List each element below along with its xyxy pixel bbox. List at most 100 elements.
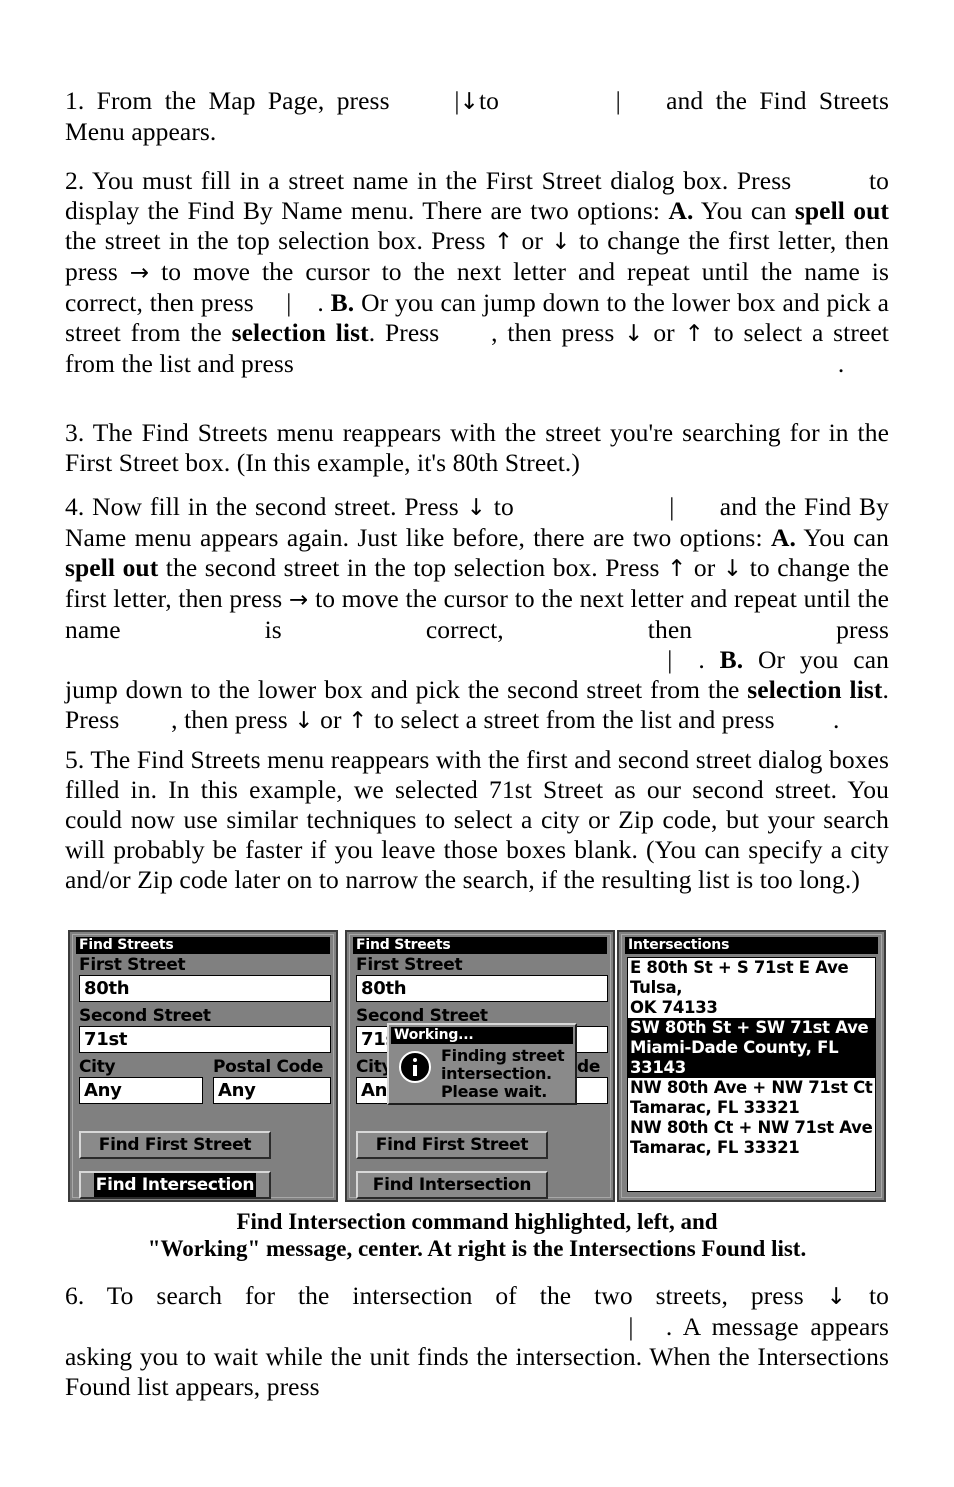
step-4-period: . xyxy=(698,645,705,674)
step-4-text-i: , then press xyxy=(171,705,288,734)
step-2-text-i: , then press xyxy=(491,318,615,347)
key-graphic-gap xyxy=(294,349,838,379)
option-a-label: A. xyxy=(668,196,694,225)
spell-out-emphasis: spell out xyxy=(794,196,890,225)
first-street-field[interactable]: 80th xyxy=(356,975,608,1002)
step-4-text-h: Press xyxy=(65,705,120,734)
option-b-label: B. xyxy=(719,645,744,674)
key-graphic-gap xyxy=(291,288,317,318)
step-2-or2: or xyxy=(653,318,675,347)
key-graphic-gap xyxy=(672,645,698,675)
step-4-to: to xyxy=(493,492,514,521)
screen-body: Intersections E 80th St + S 71st E Ave T… xyxy=(621,934,882,1198)
first-street-field[interactable]: 80th xyxy=(79,975,331,1002)
find-intersection-button[interactable]: Find Intersection xyxy=(356,1171,548,1199)
selection-list-emphasis: selection list xyxy=(231,318,369,347)
find-intersection-button[interactable]: Find Intersection xyxy=(79,1171,271,1199)
city-label: City xyxy=(79,1057,116,1077)
arrow-up-icon: ↑ xyxy=(667,556,687,582)
screen-body: Find Streets First Street 80th Second St… xyxy=(72,934,334,1199)
find-intersection-label: Find Intersection xyxy=(93,1173,257,1197)
arrow-down-icon: ↓ xyxy=(459,89,479,115)
screen-title: Intersections xyxy=(625,937,878,954)
city-field[interactable]: Any xyxy=(79,1077,203,1104)
manual-page: 1. From the Map Page, press |↓to | and t… xyxy=(65,0,889,1487)
working-dialog: Working... Finding street intersection. … xyxy=(387,1023,577,1105)
caption-line-2: "Working" message, center. At right is t… xyxy=(147,1236,807,1261)
step-2-text-d: the street in the top selection box. Pre… xyxy=(65,226,486,255)
list-item[interactable]: E 80th St + S 71st E Ave Tulsa, OK 74133 xyxy=(628,958,875,1018)
postal-code-value: Any xyxy=(218,1080,256,1101)
step-4-text-j: to select a street from the list and pre… xyxy=(373,705,775,734)
paragraph-step-4: 4. Now fill in the second street. Press … xyxy=(65,492,889,736)
screen-title: Find Streets xyxy=(76,937,330,954)
key-graphic-gap xyxy=(634,1312,666,1342)
second-street-field[interactable]: 71st xyxy=(79,1026,331,1053)
step-2-period2: . xyxy=(368,318,376,347)
arrow-right-icon: → xyxy=(289,587,309,613)
step-4-text-a: 4. Now fill in the second street. Press xyxy=(65,492,459,521)
info-icon xyxy=(399,1051,431,1083)
selection-list-emphasis: selection list xyxy=(747,675,883,704)
arrow-down-icon: ↓ xyxy=(294,708,314,734)
city-value: Any xyxy=(84,1080,122,1101)
step-4-or2: or xyxy=(320,705,342,734)
step-2-period: . xyxy=(317,288,324,317)
find-first-street-button[interactable]: Find First Street xyxy=(356,1131,548,1159)
paragraph-step-1: 1. From the Map Page, press |↓to | and t… xyxy=(65,86,889,147)
intersections-list[interactable]: E 80th St + S 71st E Ave Tulsa, OK 74133… xyxy=(627,957,876,1192)
spell-out-emphasis: spell out xyxy=(65,553,159,582)
arrow-down-icon: ↓ xyxy=(466,495,486,521)
step-4-text-c: You can xyxy=(803,523,889,552)
list-item[interactable]: NW 80th Ave + NW 71st Ct Tamarac, FL 333… xyxy=(628,1078,875,1118)
key-graphic-gap xyxy=(65,1312,628,1342)
step-2-or: or xyxy=(521,226,543,255)
key-graphic-gap xyxy=(65,645,667,675)
postal-code-field[interactable]: Any xyxy=(213,1077,331,1104)
working-dialog-title: Working... xyxy=(391,1027,573,1044)
key-graphic-gap xyxy=(499,86,616,116)
step-1-text-a: 1. From the Map Page, press xyxy=(65,86,390,115)
screen-body: Find Streets First Street 80th Second St… xyxy=(349,934,611,1199)
step-2-period3: . xyxy=(837,349,845,378)
screenshot-strip: Find Streets First Street 80th Second St… xyxy=(68,930,886,1202)
gps-screen-find-streets-center: Find Streets First Street 80th Second St… xyxy=(345,930,615,1202)
gps-screen-intersections-right: Intersections E 80th St + S 71st E Ave T… xyxy=(617,930,886,1202)
step-2-text-h: Press xyxy=(384,318,440,347)
key-graphic-gap xyxy=(439,318,491,348)
first-street-label: First Street xyxy=(356,955,463,975)
step-4-or: or xyxy=(693,553,716,582)
second-street-value: 71st xyxy=(84,1029,128,1050)
postal-code-label: Postal Code xyxy=(213,1057,324,1077)
figure-caption: Find Intersection command highlighted, l… xyxy=(65,1208,889,1262)
find-first-street-label: Find First Street xyxy=(375,1135,529,1155)
arrow-down-icon: ↓ xyxy=(722,556,743,582)
list-item[interactable]: SW 80th St + SW 71st Ave Miami-Dade Coun… xyxy=(628,1018,875,1078)
find-first-street-label: Find First Street xyxy=(98,1135,252,1155)
key-graphic-gap xyxy=(119,705,171,735)
arrow-right-icon: → xyxy=(129,260,150,286)
key-graphic-gap xyxy=(621,86,666,116)
step-4-text-d: the second street in the top selection b… xyxy=(165,553,660,582)
step-6-to: to xyxy=(868,1281,889,1310)
second-street-label: Second Street xyxy=(79,1006,211,1026)
paragraph-step-2: 2. You must fill in a street name in the… xyxy=(65,166,889,379)
option-b-label: B. xyxy=(330,288,355,317)
step-2-text-c: You can xyxy=(700,196,787,225)
first-street-value: 80th xyxy=(361,978,407,999)
step-1-to: to xyxy=(478,86,499,115)
paragraph-step-3: 3. The Find Streets menu reappears with … xyxy=(65,418,889,477)
step-6-text-a: 6. To search for the intersection of the… xyxy=(65,1281,804,1310)
gps-screen-find-streets-left: Find Streets First Street 80th Second St… xyxy=(68,930,338,1202)
paragraph-step-6: 6. To search for the intersection of the… xyxy=(65,1281,889,1402)
first-street-label: First Street xyxy=(79,955,186,975)
caption-line-1: Find Intersection command highlighted, l… xyxy=(236,1209,718,1234)
arrow-down-icon: ↓ xyxy=(826,1284,847,1310)
key-graphic-gap xyxy=(514,492,669,522)
find-first-street-button[interactable]: Find First Street xyxy=(79,1131,271,1159)
paragraph-step-5: 5. The Find Streets menu reappears with … xyxy=(65,745,889,894)
arrow-up-icon: ↑ xyxy=(684,321,704,347)
list-item[interactable]: NW 80th Ct + NW 71st Ave Tamarac, FL 333… xyxy=(628,1118,875,1158)
option-a-label: A. xyxy=(770,523,796,552)
key-graphic-gap xyxy=(254,288,286,318)
